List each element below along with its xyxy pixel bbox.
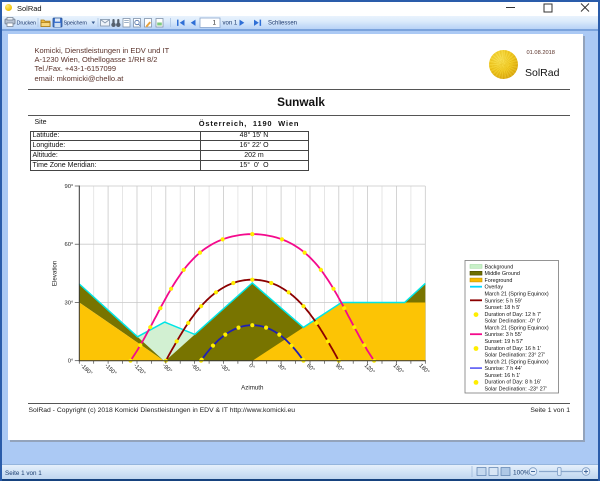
svg-text:-60°: -60° [190, 363, 202, 375]
svg-text:-120°: -120° [132, 363, 146, 377]
svg-text:March 21 (Spring Equinox): March 21 (Spring Equinox) [485, 359, 549, 365]
svg-text:Solar Declination: 23° 27': Solar Declination: 23° 27' [485, 353, 545, 359]
svg-text:Speichern: Speichern [64, 21, 88, 27]
svg-text:Duration of Day: 12 h 7': Duration of Day: 12 h 7' [485, 312, 541, 318]
svg-text:Foreground: Foreground [485, 278, 513, 284]
svg-text:Middle Ground: Middle Ground [485, 271, 520, 277]
svg-text:-150°: -150° [103, 363, 117, 377]
svg-text:150°: 150° [392, 363, 405, 376]
svg-text:Drucken: Drucken [17, 21, 37, 27]
svg-text:Sunrise: 5 h 59': Sunrise: 5 h 59' [485, 298, 522, 304]
svg-text:100%: 100% [513, 470, 530, 477]
svg-text:30°: 30° [276, 363, 286, 373]
svg-text:120°: 120° [363, 363, 376, 376]
svg-text:Solar Declination: -0° 0': Solar Declination: -0° 0' [485, 319, 541, 325]
svg-text:Duration of Day: 16 h 1': Duration of Day: 16 h 1' [485, 346, 541, 352]
svg-text:90°: 90° [65, 184, 74, 190]
svg-text:von 1: von 1 [223, 21, 238, 27]
svg-text:0°: 0° [68, 359, 74, 365]
svg-text:Elevation: Elevation [51, 260, 58, 286]
svg-text:Sunset: 19 h 57': Sunset: 19 h 57' [485, 339, 524, 345]
svg-text:-30°: -30° [219, 363, 231, 375]
svg-text:Overlay: Overlay [485, 285, 504, 291]
svg-text:Sunrise: 7 h 44': Sunrise: 7 h 44' [485, 366, 522, 372]
svg-text:180°: 180° [417, 363, 430, 376]
svg-text:-180°: -180° [79, 363, 93, 377]
svg-text:March 21 (Spring Equinox): March 21 (Spring Equinox) [485, 292, 549, 298]
svg-text:Background: Background [485, 264, 514, 270]
svg-text:Schliessen: Schliessen [268, 21, 297, 27]
svg-text:Sunrise: 3 h 55': Sunrise: 3 h 55' [485, 332, 522, 338]
svg-text:Sunset: 18 h 5': Sunset: 18 h 5' [485, 305, 521, 311]
svg-text:90°: 90° [334, 363, 344, 373]
svg-text:-90°: -90° [161, 363, 173, 375]
svg-text:Azimuth: Azimuth [241, 385, 264, 392]
svg-text:60°: 60° [65, 242, 74, 248]
svg-text:0°: 0° [247, 363, 255, 371]
svg-text:Duration of Day: 8 h 16': Duration of Day: 8 h 16' [485, 380, 541, 386]
svg-text:60°: 60° [305, 363, 315, 373]
svg-text:Sunset: 16 h 1': Sunset: 16 h 1' [485, 373, 521, 379]
svg-text:Solar Declination: -23° 27': Solar Declination: -23° 27' [485, 386, 547, 392]
svg-text:30°: 30° [65, 301, 74, 307]
svg-text:March 21 (Spring Equinox): March 21 (Spring Equinox) [485, 325, 549, 331]
